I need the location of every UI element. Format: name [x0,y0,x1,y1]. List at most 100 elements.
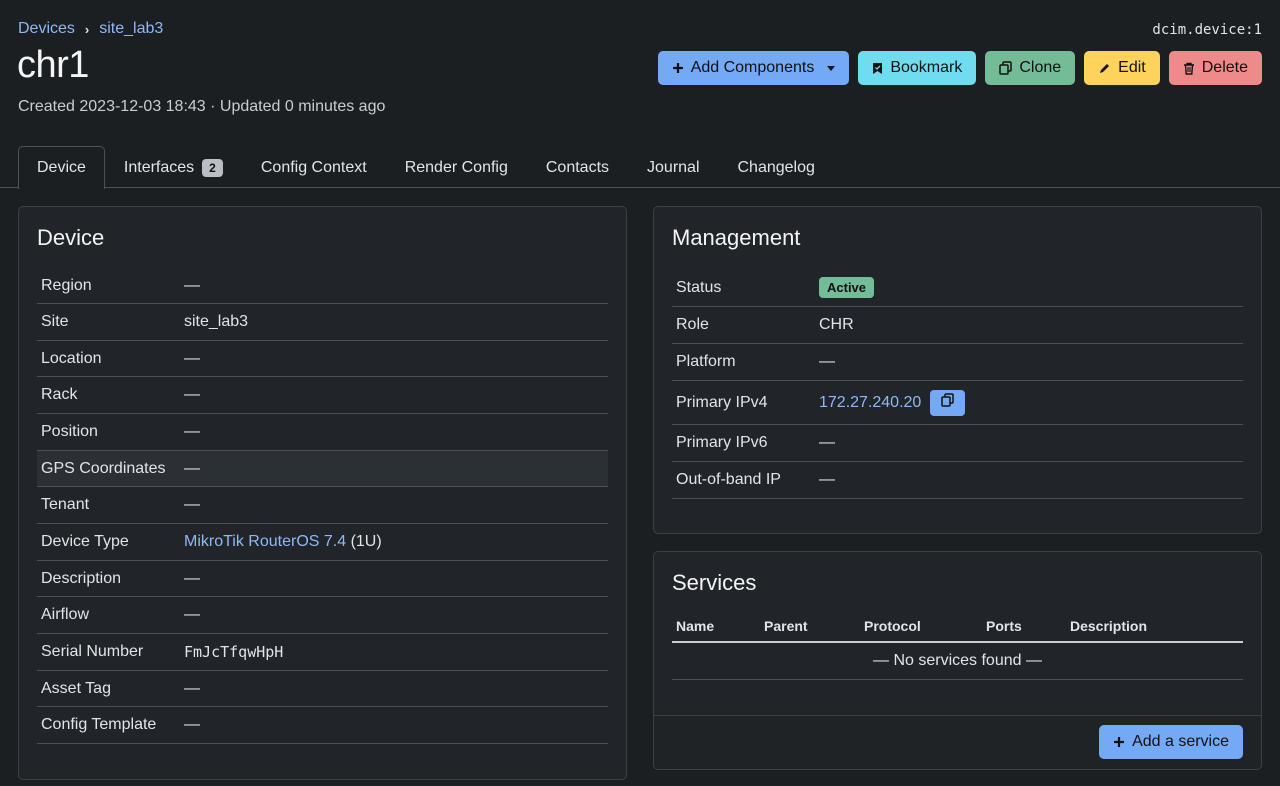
attr-label: Device Type [41,533,129,550]
attr-value: 172.27.240.20 [819,389,965,416]
tab-interfaces-label: Interfaces [123,158,195,176]
primary-ipv4-link[interactable]: 172.27.240.20 [819,394,921,411]
device-attr-row: GPS Coordinates — [37,451,608,487]
attr-value: — [819,434,835,451]
attr-value: — [184,496,200,513]
attr-label: GPS Coordinates [41,459,166,477]
attr-label: Config Template [41,716,157,733]
tab-journal[interactable]: Journal [628,146,718,188]
services-table: Name Parent Protocol Ports Description —… [672,618,1243,680]
trash-icon [1183,62,1195,75]
pencil-icon [1098,62,1111,75]
management-attr-row: Role CHR [672,307,1243,344]
attr-label: Asset Tag [41,679,111,697]
attr-value: MikroTik RouterOS 7.4 (1U) [184,533,382,551]
device-attr-row: Device Type MikroTik RouterOS 7.4 (1U) [37,524,608,561]
services-empty-message: — No services found — [672,643,1243,680]
clone-button[interactable]: Clone [985,51,1076,85]
device-attr-row: Location — [37,341,608,377]
object-identifier: dcim.device:1 [1152,22,1262,38]
attr-value: — [184,276,200,294]
attr-value: — [819,471,835,488]
attr-label: Role [676,316,709,333]
attr-label: Platform [676,353,736,370]
services-table-header: Name Parent Protocol Ports Description [672,618,1243,643]
column-header: Description [1070,618,1148,634]
add-service-button[interactable]: Add a service [1099,725,1243,759]
breadcrumb-site-link[interactable]: site_lab3 [99,20,163,38]
delete-button[interactable]: Delete [1168,51,1262,85]
attr-label: Location [41,349,102,367]
device-attr-row: Rack — [37,377,608,414]
device-attributes-table: Region — Site site_lab3 Location — Rack … [37,268,608,744]
edit-label: Edit [1118,59,1146,76]
copy-icon [999,61,1013,75]
device-attr-row: Serial Number FmJcTfqwHpH [37,634,608,671]
attr-label: Out-of-band IP [676,471,781,488]
tab-device[interactable]: Device [18,146,105,189]
attr-label: Status [676,278,722,296]
attr-value: — [184,386,200,403]
column-header: Ports [986,618,1022,634]
services-card-footer: Add a service [654,715,1261,769]
add-service-label: Add a service [1132,733,1229,750]
attr-value: — [184,606,200,623]
plus-icon [672,62,684,74]
attr-label: Primary IPv4 [676,393,768,411]
device-attr-row: Config Template — [37,707,608,744]
attr-value: — [184,569,200,587]
attr-label: Position [41,423,98,440]
bookmark-icon [872,62,883,75]
tab-render-config[interactable]: Render Config [386,146,527,188]
device-attr-row: Description — [37,561,608,597]
caret-down-icon [827,65,836,71]
add-components-label: Add Components [690,59,815,76]
chevron-right-icon: › [84,21,90,37]
tab-bar: Device Interfaces 2 Config Context Rende… [0,146,1280,189]
tab-contacts-label: Contacts [545,158,610,176]
add-components-button[interactable]: Add Components [657,51,850,85]
column-header: Protocol [864,618,921,634]
column-header: Parent [764,618,808,634]
attr-label: Description [41,569,122,587]
edit-button[interactable]: Edit [1084,51,1160,85]
attr-value: — [184,349,200,367]
tab-config-context[interactable]: Config Context [242,146,386,188]
management-attr-row: Primary IPv4 172.27.240.20 [672,381,1243,425]
column-header: Name [676,618,715,634]
attr-value: — [184,423,200,440]
status-badge: Active [819,277,875,298]
breadcrumb-devices-link[interactable]: Devices [18,20,75,38]
attr-label: Region [41,276,92,294]
attr-label: Serial Number [41,643,144,660]
interfaces-count-badge: 2 [202,158,223,177]
attr-value: — [184,459,200,477]
attr-label: Tenant [41,496,90,513]
plus-icon [1113,736,1125,748]
tab-interfaces[interactable]: Interfaces 2 [105,146,242,188]
bookmark-button[interactable]: Bookmark [858,51,977,85]
attr-label: Primary IPv6 [676,434,768,451]
copy-ip-button[interactable] [929,389,965,416]
attr-value: — [184,679,200,697]
role-link[interactable]: CHR [819,316,854,334]
action-buttons: Add Components Bookmark Clone Edit Delet… [657,51,1262,85]
management-attr-row: Out-of-band IP — [672,462,1243,499]
clone-label: Clone [1019,59,1062,76]
bookmark-label: Bookmark [890,59,963,76]
tab-contacts[interactable]: Contacts [527,146,628,188]
site-link[interactable]: site_lab3 [184,313,248,331]
serial-number-value: FmJcTfqwHpH [184,643,284,661]
tab-render-config-label: Render Config [404,158,508,176]
attr-label: Rack [41,386,78,403]
tab-journal-label: Journal [647,158,700,176]
management-attributes-table: Status Active Role CHR Platform — Primar… [672,269,1243,499]
device-attr-row: Position — [37,414,608,451]
tab-changelog[interactable]: Changelog [719,146,834,188]
tab-config-context-label: Config Context [260,158,367,176]
attr-value: — [819,353,835,370]
management-attr-row: Status Active [672,269,1243,307]
attr-label: Site [41,313,69,330]
device-type-link[interactable]: MikroTik RouterOS 7.4 [184,533,346,550]
attr-value: — [184,716,200,733]
